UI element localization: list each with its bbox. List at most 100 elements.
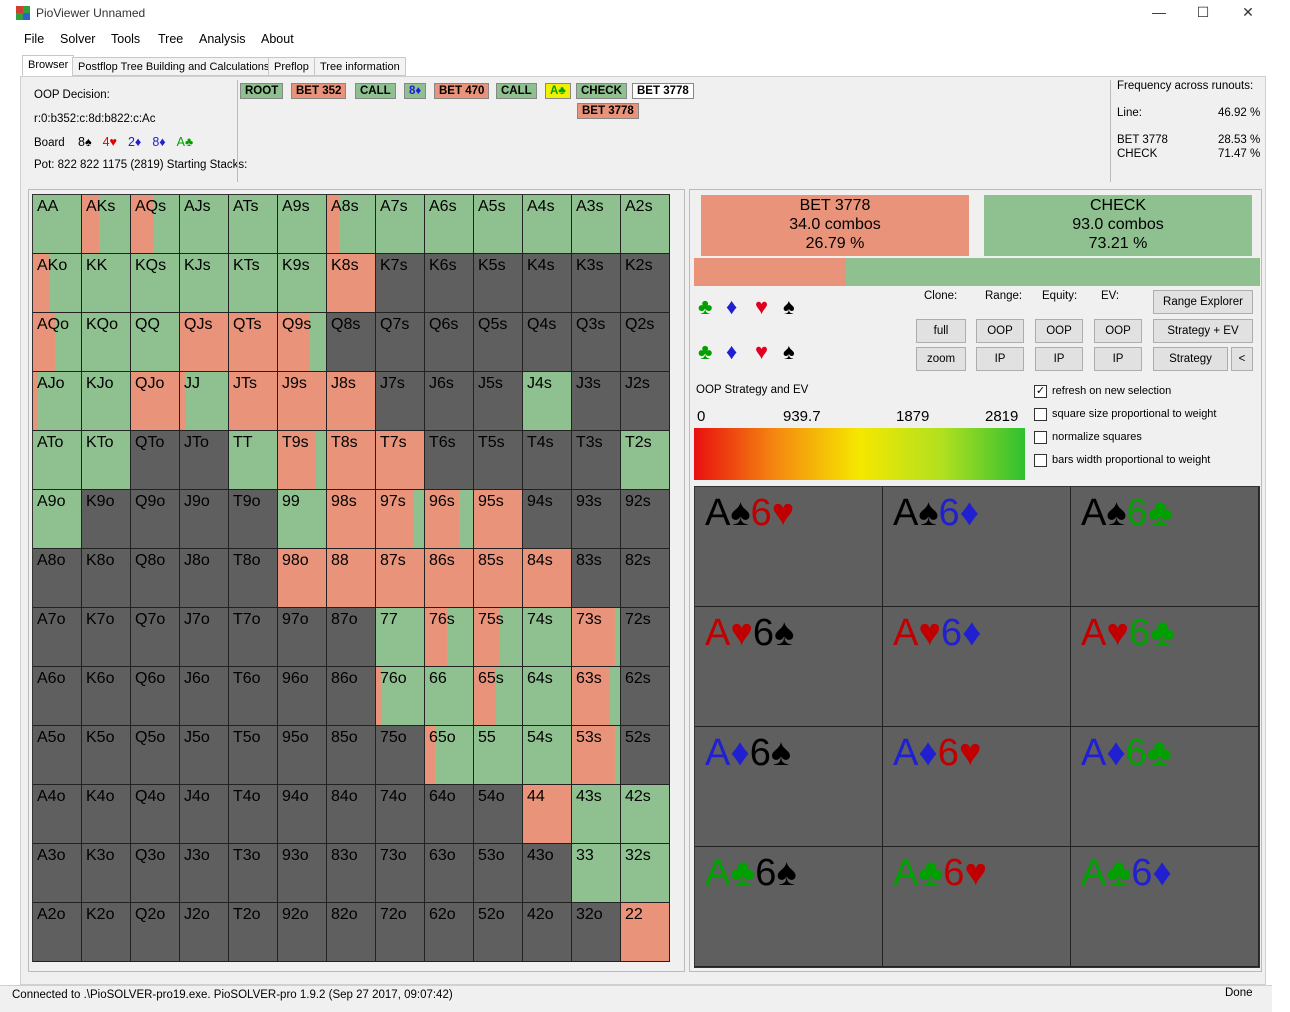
hand-cell-ATo[interactable]: ATo [33,431,82,490]
combo-cell[interactable]: A♣6♠ [695,847,883,967]
hand-cell-93o[interactable]: 93o [278,844,327,903]
hand-cell-QJs[interactable]: QJs [180,313,229,372]
hand-cell-54o[interactable]: 54o [474,785,523,844]
hand-cell-T4o[interactable]: T4o [229,785,278,844]
hand-cell-95o[interactable]: 95o [278,726,327,785]
hand-cell-Q2o[interactable]: Q2o [131,903,180,962]
hand-cell-99[interactable]: 99 [278,490,327,549]
hand-cell-K7o[interactable]: K7o [82,608,131,667]
action-bet-box[interactable]: BET 3778 34.0 combos 26.79 % [701,195,969,256]
hand-cell-K8o[interactable]: K8o [82,549,131,608]
hand-cell-Q7o[interactable]: Q7o [131,608,180,667]
hand-cell-K2s[interactable]: K2s [621,254,670,313]
equity-oop-button[interactable]: OOP [1035,319,1083,343]
hand-cell-93s[interactable]: 93s [572,490,621,549]
hand-cell-J2o[interactable]: J2o [180,903,229,962]
hand-cell-KJs[interactable]: KJs [180,254,229,313]
hand-cell-43o[interactable]: 43o [523,844,572,903]
diamond-icon[interactable]: ♦ [726,294,737,320]
hand-cell-Q8o[interactable]: Q8o [131,549,180,608]
hand-cell-T3o[interactable]: T3o [229,844,278,903]
hand-cell-32s[interactable]: 32s [621,844,670,903]
tab-preflop[interactable]: Preflop [268,57,315,76]
hand-cell-K7s[interactable]: K7s [376,254,425,313]
ev-ip-button[interactable]: IP [1094,347,1142,371]
hand-cell-32o[interactable]: 32o [572,903,621,962]
club-icon[interactable]: ♣ [698,294,712,320]
hand-cell-J7o[interactable]: J7o [180,608,229,667]
hand-cell-85o[interactable]: 85o [327,726,376,785]
hand-cell-75o[interactable]: 75o [376,726,425,785]
tree-node[interactable]: CALL [496,83,537,99]
hand-cell-J7s[interactable]: J7s [376,372,425,431]
hand-cell-84o[interactable]: 84o [327,785,376,844]
hand-cell-T6o[interactable]: T6o [229,667,278,726]
tree-node[interactable]: BET 470 [434,83,490,99]
tab-browser[interactable]: Browser [22,55,75,76]
hand-cell-66[interactable]: 66 [425,667,474,726]
hand-cell-A3s[interactable]: A3s [572,195,621,254]
diamond-icon[interactable]: ♦ [726,339,737,365]
hand-cell-53o[interactable]: 53o [474,844,523,903]
hand-cell-KJo[interactable]: KJo [82,372,131,431]
ev-oop-button[interactable]: OOP [1094,319,1142,343]
range-oop-button[interactable]: OOP [976,319,1024,343]
hand-cell-K6s[interactable]: K6s [425,254,474,313]
hand-cell-A6s[interactable]: A6s [425,195,474,254]
hand-cell-75s[interactable]: 75s [474,608,523,667]
hand-cell-95s[interactable]: 95s [474,490,523,549]
hand-cell-76o[interactable]: 76o [376,667,425,726]
menu-solver[interactable]: Solver [60,32,95,46]
hand-cell-Q9s[interactable]: Q9s [278,313,327,372]
hand-cell-A7s[interactable]: A7s [376,195,425,254]
hand-cell-63o[interactable]: 63o [425,844,474,903]
hand-cell-42s[interactable]: 42s [621,785,670,844]
hand-cell-A8o[interactable]: A8o [33,549,82,608]
hand-cell-98o[interactable]: 98o [278,549,327,608]
hand-cell-J4s[interactable]: J4s [523,372,572,431]
option-checkbox[interactable] [1034,431,1047,444]
heart-icon[interactable]: ♥ [755,294,768,320]
hand-cell-J8o[interactable]: J8o [180,549,229,608]
next-action-node[interactable]: BET 3778 [577,103,639,119]
hand-cell-86s[interactable]: 86s [425,549,474,608]
hand-cell-96o[interactable]: 96o [278,667,327,726]
hand-cell-KK[interactable]: KK [82,254,131,313]
hand-cell-KQo[interactable]: KQo [82,313,131,372]
hand-cell-Q5s[interactable]: Q5s [474,313,523,372]
combo-cell[interactable]: A♣6♥ [883,847,1071,967]
hand-cell-AKs[interactable]: AKs [82,195,131,254]
hand-cell-QQ[interactable]: QQ [131,313,180,372]
combo-cell[interactable]: A♠6♥ [695,487,883,607]
hand-cell-AJo[interactable]: AJo [33,372,82,431]
hand-cell-74o[interactable]: 74o [376,785,425,844]
hand-cell-K4s[interactable]: K4s [523,254,572,313]
strategy-button[interactable]: Strategy [1153,347,1228,371]
minimize-icon[interactable]: — [1139,4,1179,22]
clone-zoom-button[interactable]: zoom [916,347,966,371]
hand-cell-62o[interactable]: 62o [425,903,474,962]
hand-cell-T6s[interactable]: T6s [425,431,474,490]
hand-cell-J3s[interactable]: J3s [572,372,621,431]
hand-cell-T9s[interactable]: T9s [278,431,327,490]
hand-cell-K8s[interactable]: K8s [327,254,376,313]
hand-cell-65s[interactable]: 65s [474,667,523,726]
hand-cell-98s[interactable]: 98s [327,490,376,549]
hand-cell-53s[interactable]: 53s [572,726,621,785]
hand-cell-Q3o[interactable]: Q3o [131,844,180,903]
hand-cell-K3s[interactable]: K3s [572,254,621,313]
hand-cell-A2o[interactable]: A2o [33,903,82,962]
hand-cell-K5s[interactable]: K5s [474,254,523,313]
hand-cell-A6o[interactable]: A6o [33,667,82,726]
hand-cell-T3s[interactable]: T3s [572,431,621,490]
hand-cell-83s[interactable]: 83s [572,549,621,608]
hand-cell-A9s[interactable]: A9s [278,195,327,254]
hand-cell-76s[interactable]: 76s [425,608,474,667]
hand-cell-83o[interactable]: 83o [327,844,376,903]
menu-about[interactable]: About [261,32,294,46]
hand-cell-54s[interactable]: 54s [523,726,572,785]
hand-cell-QTo[interactable]: QTo [131,431,180,490]
hand-cell-T5s[interactable]: T5s [474,431,523,490]
hand-cell-Q5o[interactable]: Q5o [131,726,180,785]
hand-cell-Q9o[interactable]: Q9o [131,490,180,549]
